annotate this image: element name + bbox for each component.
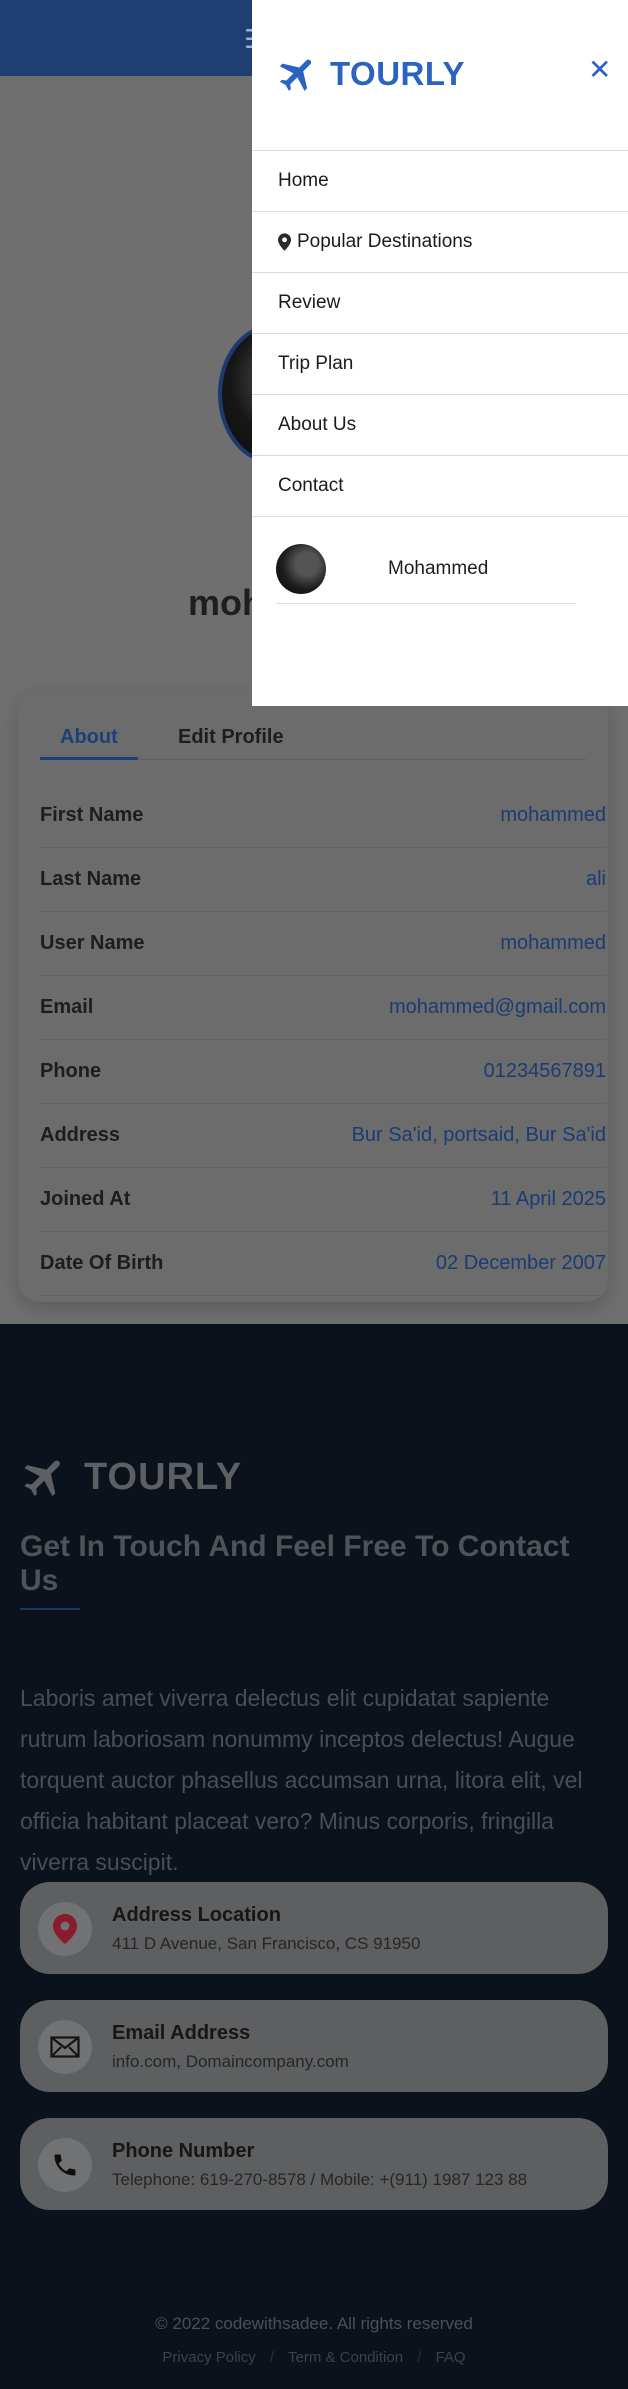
contact-phone-card: Phone Number Telephone: 619-270-8578 / M…: [20, 2118, 608, 2210]
footer-link-terms[interactable]: Term & Condition: [288, 2349, 403, 2366]
field-row: First Name mohammed: [40, 784, 606, 848]
field-label: Phone: [40, 1060, 102, 1082]
menu-item-label: About Us: [278, 414, 357, 435]
envelope-icon: [50, 2036, 80, 2058]
phone-icon: [54, 2154, 76, 2176]
field-row: Address Bur Sa'id, portsaid, Bur Sa'id: [40, 1104, 606, 1168]
menu-item-popular-destinations[interactable]: Popular Destinations: [252, 212, 628, 273]
contact-icon-wrap: [38, 1902, 92, 1956]
menu-item-label: Popular Destinations: [297, 231, 473, 252]
avatar: [276, 543, 326, 594]
footer: TOURLY Get In Touch And Feel Free To Con…: [0, 1324, 628, 2389]
field-value: ali: [585, 868, 606, 890]
field-row: Last Name ali: [40, 848, 606, 912]
tab-about[interactable]: About: [40, 720, 138, 760]
menu-item-review[interactable]: Review: [252, 273, 628, 334]
contact-address-card: Address Location 411 D Avenue, San Franc…: [20, 1882, 608, 1974]
footer-heading: Get In Touch And Feel Free To Contact Us: [20, 1530, 570, 1597]
menu-item-contact[interactable]: Contact: [252, 456, 628, 517]
menu-item-about-us[interactable]: About Us: [252, 395, 628, 456]
field-label: First Name: [40, 804, 144, 826]
field-value: mohammed: [500, 932, 606, 954]
footer-brand-name: TOURLY: [84, 1455, 243, 1498]
drawer-user[interactable]: Mohammed: [276, 534, 576, 604]
field-label: Address: [40, 1124, 121, 1146]
map-pin-icon: [53, 1914, 77, 1944]
field-value: 02 December 2007: [435, 1252, 606, 1274]
field-row: User Name mohammed: [40, 912, 606, 976]
field-value: 11 April 2025: [490, 1188, 606, 1210]
menu-item-home[interactable]: Home: [252, 151, 628, 212]
contact-title: Phone Number: [112, 2140, 255, 2162]
menu-item-label: Contact: [278, 475, 344, 496]
copyright-text: © 2022 codewithsadee. All rights reserve…: [155, 2314, 473, 2333]
field-value: mohammed: [500, 804, 606, 826]
drawer-menu: Home Popular Destinations Review Trip Pl…: [252, 150, 628, 517]
link-separator: /: [269, 2349, 275, 2366]
menu-item-label: Review: [278, 292, 341, 313]
heading-underline: [20, 1608, 80, 1610]
field-label: Joined At: [40, 1188, 131, 1210]
map-pin-icon: [278, 233, 291, 251]
contact-icon-wrap: [38, 2020, 92, 2074]
contact-text: info.com, Domaincompany.com: [112, 2052, 349, 2071]
drawer-user-name: Mohammed: [388, 557, 489, 579]
footer-links: Privacy Policy / Term & Condition / FAQ: [0, 2349, 628, 2366]
footer-link-faq[interactable]: FAQ: [436, 2349, 466, 2366]
field-row: Date Of Birth 02 December 2007: [40, 1232, 606, 1296]
menu-item-label: Home: [278, 170, 329, 191]
footer-link-privacy[interactable]: Privacy Policy: [162, 2349, 255, 2366]
contact-email-card: Email Address info.com, Domaincompany.co…: [20, 2000, 608, 2092]
field-label: Date Of Birth: [40, 1252, 164, 1274]
close-icon[interactable]: ✕: [588, 56, 611, 84]
field-value: mohammed@gmail.com: [388, 996, 606, 1018]
tab-edit-profile[interactable]: Edit Profile: [158, 720, 304, 760]
profile-card: About Edit Profile First Name mohammed L…: [18, 690, 608, 1302]
field-label: Email: [40, 996, 94, 1018]
footer-logo[interactable]: TOURLY: [20, 1452, 242, 1502]
profile-fields: First Name mohammed Last Name ali User N…: [40, 784, 606, 1296]
drawer-brand-name: TOURLY: [330, 55, 466, 92]
contact-title: Address Location: [112, 1904, 281, 1926]
field-label: User Name: [40, 932, 145, 954]
contact-text: 411 D Avenue, San Francisco, CS 91950: [112, 1934, 421, 1953]
profile-tabs: About Edit Profile: [40, 720, 586, 760]
plane-icon: [24, 1460, 60, 1497]
link-separator: /: [417, 2349, 422, 2366]
field-value: Bur Sa'id, portsaid, Bur Sa'id: [351, 1124, 606, 1146]
field-row: Phone 01234567891: [40, 1040, 606, 1104]
contact-title: Email Address: [112, 2022, 251, 2044]
menu-item-label: Trip Plan: [278, 353, 354, 374]
footer-paragraph: Laboris amet viverra delectus elit cupid…: [20, 1685, 583, 1875]
field-row: Email mohammed@gmail.com: [40, 976, 606, 1040]
drawer-logo[interactable]: TOURLY: [276, 52, 465, 96]
field-label: Last Name: [40, 868, 142, 890]
nav-drawer: TOURLY ✕ Home Popular Destinations Revie…: [252, 0, 628, 706]
field-row: Joined At 11 April 2025: [40, 1168, 606, 1232]
contact-icon-wrap: [38, 2138, 92, 2192]
plane-icon: [279, 59, 312, 91]
field-value: 01234567891: [483, 1060, 606, 1082]
contact-text: Telephone: 619-270-8578 / Mobile: +(911)…: [112, 2170, 528, 2189]
menu-item-trip-plan[interactable]: Trip Plan: [252, 334, 628, 395]
